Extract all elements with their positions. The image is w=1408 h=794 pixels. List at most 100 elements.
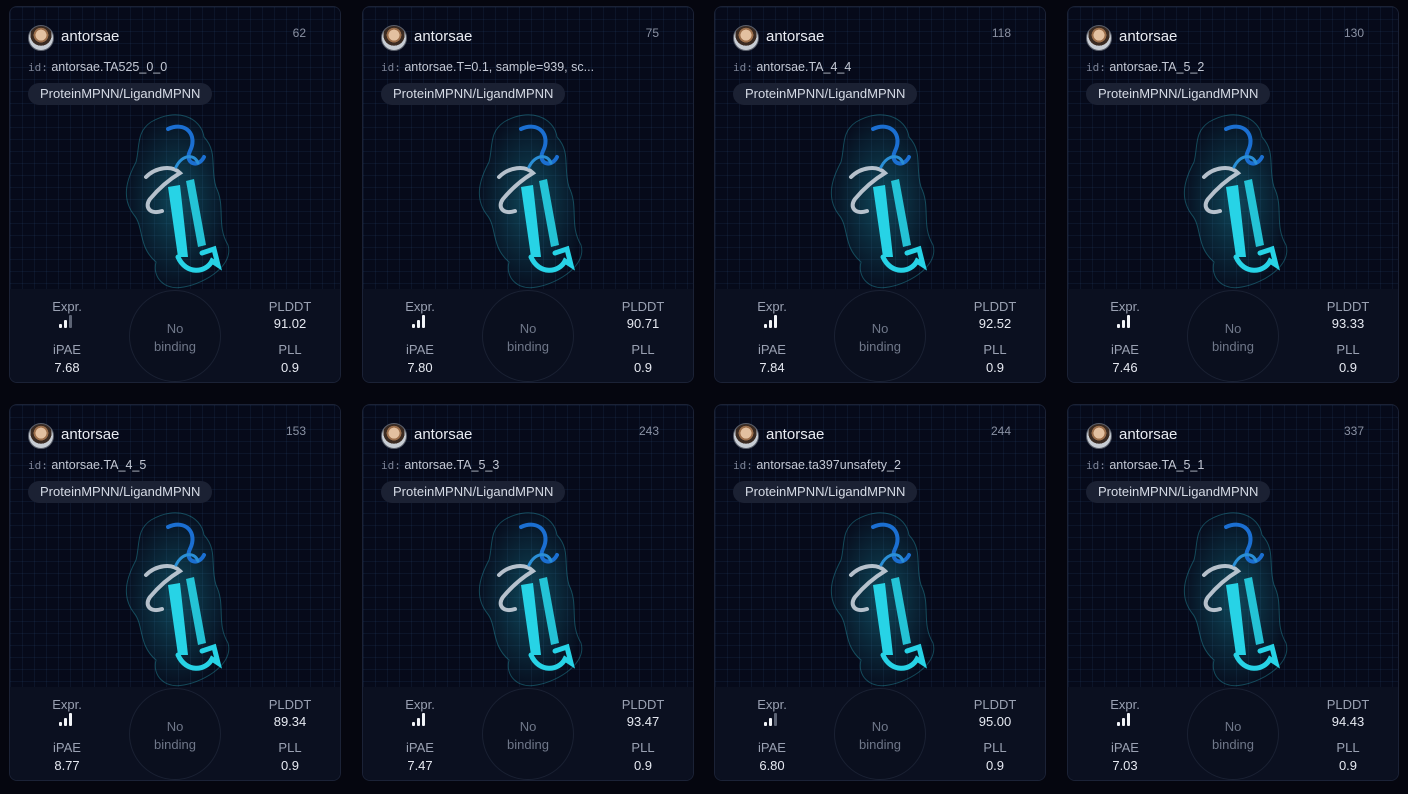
design-card[interactable]: antorsae 243 id: antorsae.TA_5_3 Protein… [362,404,694,781]
card-header: antorsae 244 [733,423,1027,449]
binding-indicator: No binding [834,688,926,780]
ipae-label: iPAE [758,740,786,755]
username[interactable]: antorsae [1119,426,1177,443]
id-value: antorsae.TA_5_2 [1109,60,1205,74]
username[interactable]: antorsae [766,426,824,443]
username[interactable]: antorsae [61,28,119,45]
binding-text-line1: No [1224,321,1242,336]
expression-signal-icon [1117,713,1133,726]
design-card[interactable]: antorsae 244 id: antorsae.ta397unsafety_… [714,404,1046,781]
card-preview: antorsae 337 id: antorsae.TA_5_1 Protein… [1068,405,1398,689]
binding-text-line2: binding [1212,339,1254,354]
card-preview: antorsae 118 id: antorsae.TA_4_4 Protein… [715,7,1045,291]
design-card[interactable]: antorsae 130 id: antorsae.TA_5_2 Protein… [1067,6,1399,383]
binding-text-line2: binding [154,737,196,752]
method-tag[interactable]: ProteinMPNN/LigandMPNN [28,83,213,105]
binding-text-line2: binding [507,339,549,354]
user-avatar[interactable] [733,25,759,51]
protein-structure-image [125,114,230,289]
user-avatar[interactable] [28,423,54,449]
username[interactable]: antorsae [766,28,824,45]
user-avatar[interactable] [1086,423,1112,449]
rank-number: 118 [991,26,1011,40]
expr-label: Expr. [1110,697,1140,712]
design-id: id: antorsae.ta397unsafety_2 [733,458,1029,472]
user-avatar[interactable] [733,423,759,449]
binding-text-line1: No [1224,719,1242,734]
pll-value: 0.9 [280,758,300,773]
expr-label: Expr. [52,299,82,314]
id-value: antorsae.ta397unsafety_2 [756,458,901,472]
card-header: antorsae 130 [1086,25,1380,51]
pll-value: 0.9 [280,360,300,375]
ipae-value: 7.84 [759,360,785,375]
protein-structure-image [478,512,583,687]
plddt-value: 91.02 [273,316,307,331]
binding-indicator: No binding [129,290,221,382]
metrics-panel: Expr. iPAE 8.77 No binding PLDDT 89.34 P… [10,687,340,780]
binding-text-line2: binding [859,339,901,354]
card-preview: antorsae 62 id: antorsae.TA525_0_0 Prote… [10,7,340,291]
design-card[interactable]: antorsae 62 id: antorsae.TA525_0_0 Prote… [9,6,341,383]
rank-number: 130 [1343,26,1364,40]
binding-text-line1: No [871,719,889,734]
metrics-panel: Expr. iPAE 7.03 No binding PLDDT 94.43 P… [1068,687,1398,780]
binding-indicator: No binding [482,688,574,780]
pll-label: PLL [631,740,655,755]
ipae-label: iPAE [406,740,434,755]
expr-label: Expr. [757,299,787,314]
design-id: id: antorsae.TA_4_5 [28,458,324,472]
protein-structure-image [830,512,935,687]
user-avatar[interactable] [1086,25,1112,51]
design-card[interactable]: antorsae 75 id: antorsae.T=0.1, sample=9… [362,6,694,383]
design-card[interactable]: antorsae 337 id: antorsae.TA_5_1 Protein… [1067,404,1399,781]
expression-signal-icon [412,315,428,328]
binding-text-line2: binding [507,737,549,752]
ipae-label: iPAE [1111,740,1139,755]
method-tag[interactable]: ProteinMPNN/LigandMPNN [381,481,566,503]
binding-text-line2: binding [154,339,196,354]
rank-number: 243 [638,424,659,438]
card-preview: antorsae 244 id: antorsae.ta397unsafety_… [715,405,1045,689]
user-avatar[interactable] [381,423,407,449]
id-value: antorsae.TA_4_4 [756,60,852,74]
username[interactable]: antorsae [1119,28,1177,45]
ipae-value: 7.68 [54,360,80,375]
ipae-value: 7.03 [1112,758,1138,773]
user-avatar[interactable] [28,25,54,51]
protein-structure-image [830,114,935,289]
id-value: antorsae.TA525_0_0 [51,60,168,74]
expr-label: Expr. [405,299,435,314]
username[interactable]: antorsae [61,426,119,443]
expression-signal-icon [59,315,75,328]
method-tag[interactable]: ProteinMPNN/LigandMPNN [28,481,213,503]
metrics-panel: Expr. iPAE 7.47 No binding PLDDT 93.47 P… [363,687,693,780]
method-tag[interactable]: ProteinMPNN/LigandMPNN [381,83,566,105]
method-tag[interactable]: ProteinMPNN/LigandMPNN [733,83,918,105]
pll-value: 0.9 [1338,360,1358,375]
user-avatar[interactable] [381,25,407,51]
id-key: id: [28,459,48,472]
design-id: id: antorsae.TA_5_1 [1086,458,1382,472]
plddt-value: 89.34 [273,714,307,729]
card-header: antorsae 118 [733,25,1027,51]
id-value: antorsae.T=0.1, sample=939, sc... [404,60,595,74]
expr-label: Expr. [405,697,435,712]
id-key: id: [1086,459,1106,472]
method-tag[interactable]: ProteinMPNN/LigandMPNN [1086,83,1271,105]
expr-label: Expr. [757,697,787,712]
design-card[interactable]: antorsae 118 id: antorsae.TA_4_4 Protein… [714,6,1046,383]
method-tag[interactable]: ProteinMPNN/LigandMPNN [1086,481,1271,503]
ipae-value: 7.80 [407,360,433,375]
plddt-value: 94.43 [1331,714,1365,729]
username[interactable]: antorsae [414,426,472,443]
expr-label: Expr. [52,697,82,712]
method-tag[interactable]: ProteinMPNN/LigandMPNN [733,481,918,503]
plddt-value: 93.47 [626,714,660,729]
protein-structure-image [1183,114,1288,289]
plddt-value: 92.52 [978,316,1012,331]
username[interactable]: antorsae [414,28,472,45]
card-header: antorsae 75 [381,25,675,51]
design-card[interactable]: antorsae 153 id: antorsae.TA_4_5 Protein… [9,404,341,781]
binding-text-line1: No [166,321,184,336]
